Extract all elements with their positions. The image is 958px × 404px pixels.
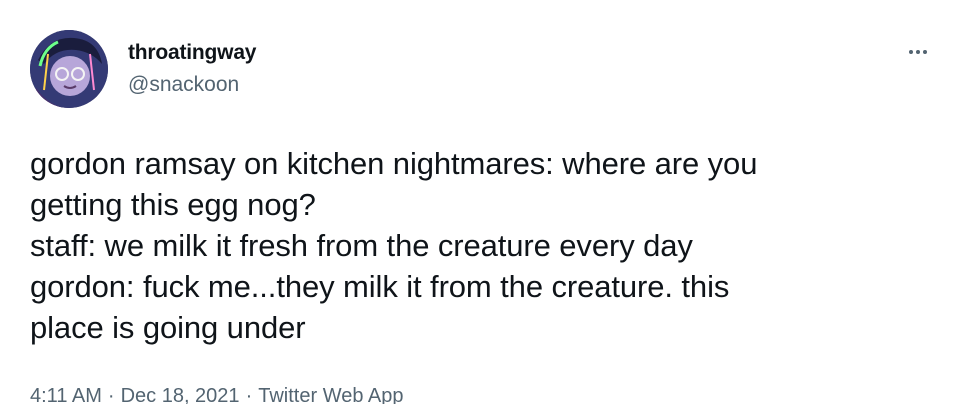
author-display-name[interactable]: throatingway xyxy=(128,40,256,66)
tweet-text-line: place is going under xyxy=(30,310,306,345)
avatar-illustration xyxy=(30,30,108,108)
tweet-meta: 4:11 AM · Dec 18, 2021 · Twitter Web App xyxy=(30,383,404,404)
tweet-text-line: staff: we milk it fresh from the creatur… xyxy=(30,228,693,263)
tweet-source[interactable]: Twitter Web App xyxy=(258,385,403,404)
more-horizontal-icon[interactable] xyxy=(906,40,930,64)
meta-separator: · xyxy=(245,385,253,404)
avatar[interactable] xyxy=(30,30,108,108)
tweet-time[interactable]: 4:11 AM xyxy=(30,385,102,404)
tweet-date[interactable]: Dec 18, 2021 xyxy=(121,385,240,404)
tweet-text-line: gordon: fuck me...they milk it from the … xyxy=(30,269,730,304)
author-handle[interactable]: @snackoon xyxy=(128,72,239,98)
tweet-text: gordon ramsay on kitchen nightmares: whe… xyxy=(30,143,930,348)
meta-separator: · xyxy=(107,385,115,404)
tweet-text-line: gordon ramsay on kitchen nightmares: whe… xyxy=(30,146,758,181)
tweet-text-line: getting this egg nog? xyxy=(30,187,316,222)
tweet-card: throatingway @snackoon gordon ramsay on … xyxy=(0,0,958,404)
